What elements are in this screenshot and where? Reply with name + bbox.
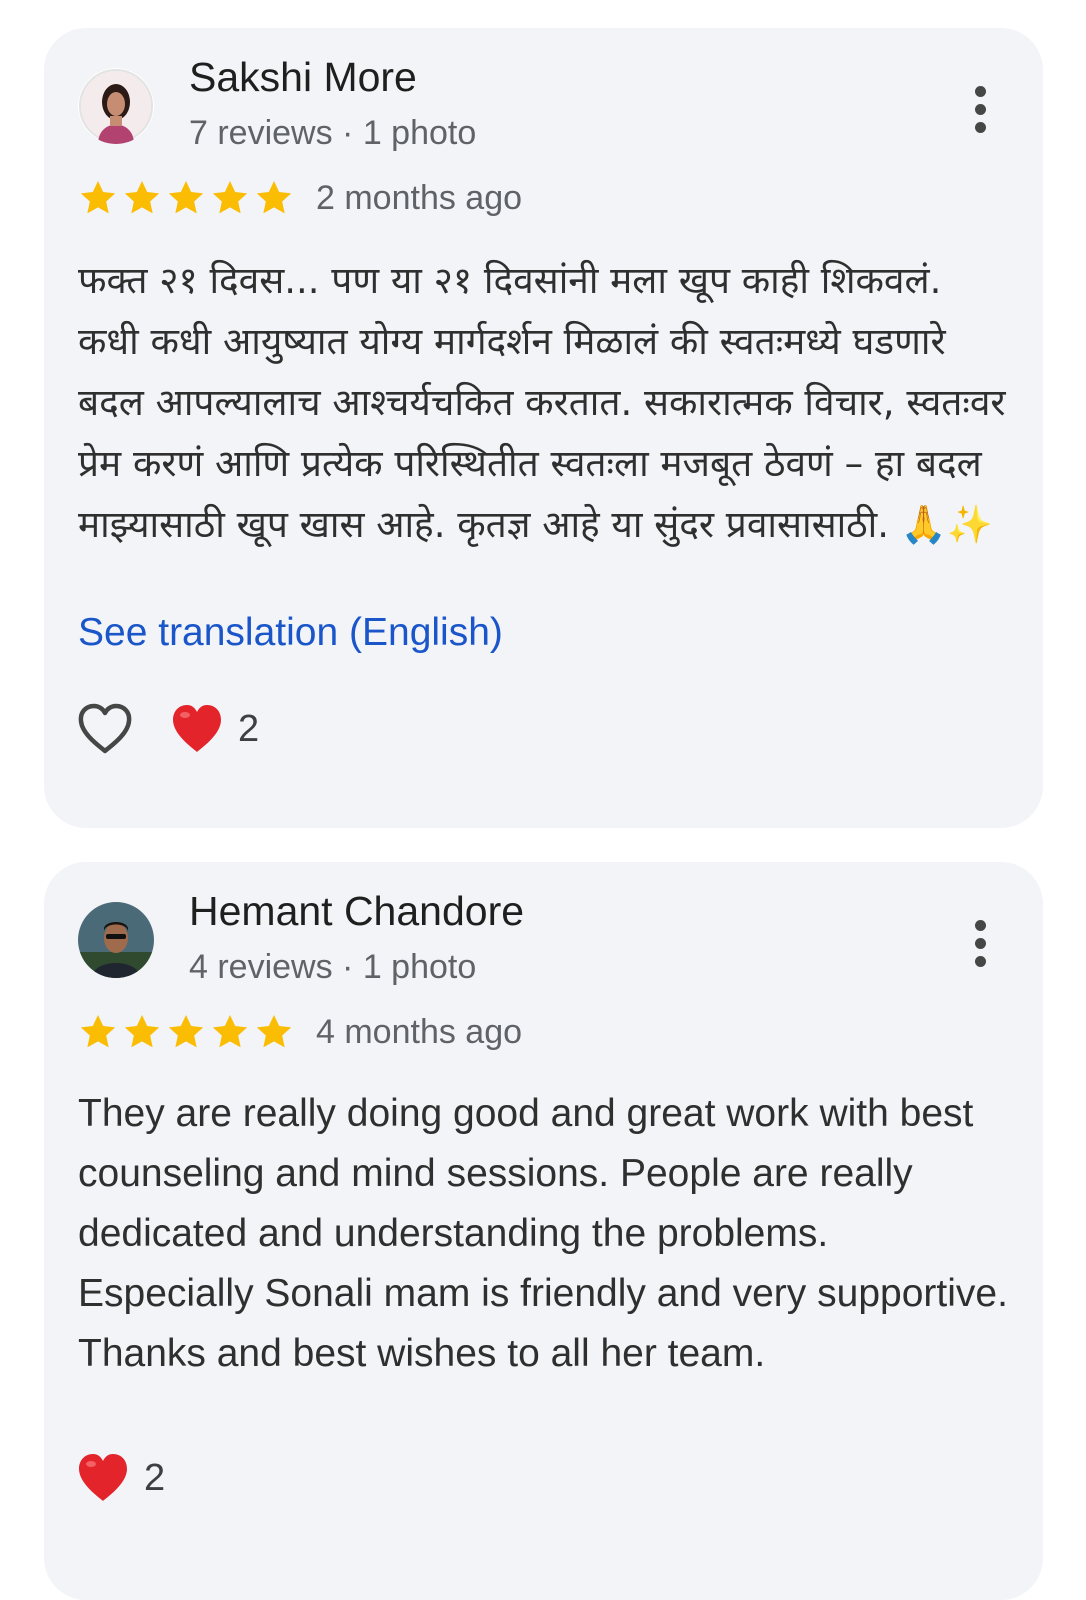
see-translation-link[interactable]: See translation (English) bbox=[78, 611, 503, 655]
star-icon bbox=[80, 181, 116, 214]
reactions-row: 2 bbox=[76, 702, 259, 756]
star-icon bbox=[168, 181, 204, 214]
heart-reaction-icon[interactable] bbox=[76, 1452, 130, 1504]
more-options-icon[interactable] bbox=[973, 920, 987, 970]
rating-row: 2 months ago bbox=[78, 176, 522, 220]
star-icon bbox=[168, 1015, 204, 1048]
star-rating bbox=[78, 178, 294, 218]
heart-reaction-icon[interactable] bbox=[170, 703, 224, 755]
reaction-count: 2 bbox=[144, 1456, 166, 1499]
review-text: They are really doing good and great wor… bbox=[78, 1092, 1008, 1375]
star-icon bbox=[212, 1015, 248, 1048]
reaction-count: 2 bbox=[238, 707, 260, 750]
star-icon bbox=[124, 1015, 160, 1048]
heart-outline-icon[interactable] bbox=[76, 702, 134, 756]
reviewer-stats: 7 reviews · 1 photo bbox=[189, 114, 477, 152]
avatar-photo bbox=[78, 68, 154, 144]
star-icon bbox=[256, 1015, 292, 1048]
more-options-icon[interactable] bbox=[973, 86, 987, 136]
star-icon bbox=[80, 1015, 116, 1048]
reviewer-avatar[interactable] bbox=[78, 902, 154, 978]
reactions-row: 2 bbox=[76, 1452, 165, 1504]
review-card: Sakshi More 7 reviews · 1 photo 2 months… bbox=[44, 28, 1043, 828]
avatar-photo bbox=[78, 902, 154, 978]
star-icon bbox=[256, 181, 292, 214]
review-date: 4 months ago bbox=[316, 1012, 523, 1051]
reviewer-name[interactable]: Sakshi More bbox=[189, 54, 417, 101]
star-icon bbox=[124, 181, 160, 214]
review-date: 2 months ago bbox=[316, 178, 523, 217]
reviewer-name[interactable]: Hemant Chandore bbox=[189, 888, 524, 935]
review-card: Hemant Chandore 4 reviews · 1 photo 4 mo… bbox=[44, 862, 1043, 1600]
star-rating bbox=[78, 1012, 294, 1052]
reviewer-avatar[interactable] bbox=[78, 68, 154, 144]
star-icon bbox=[212, 181, 248, 214]
reviewer-stats: 4 reviews · 1 photo bbox=[189, 948, 477, 986]
rating-row: 4 months ago bbox=[78, 1010, 522, 1054]
review-text: फक्त २१ दिवस... पण या २१ दिवसांनी मला खू… bbox=[78, 259, 1006, 546]
